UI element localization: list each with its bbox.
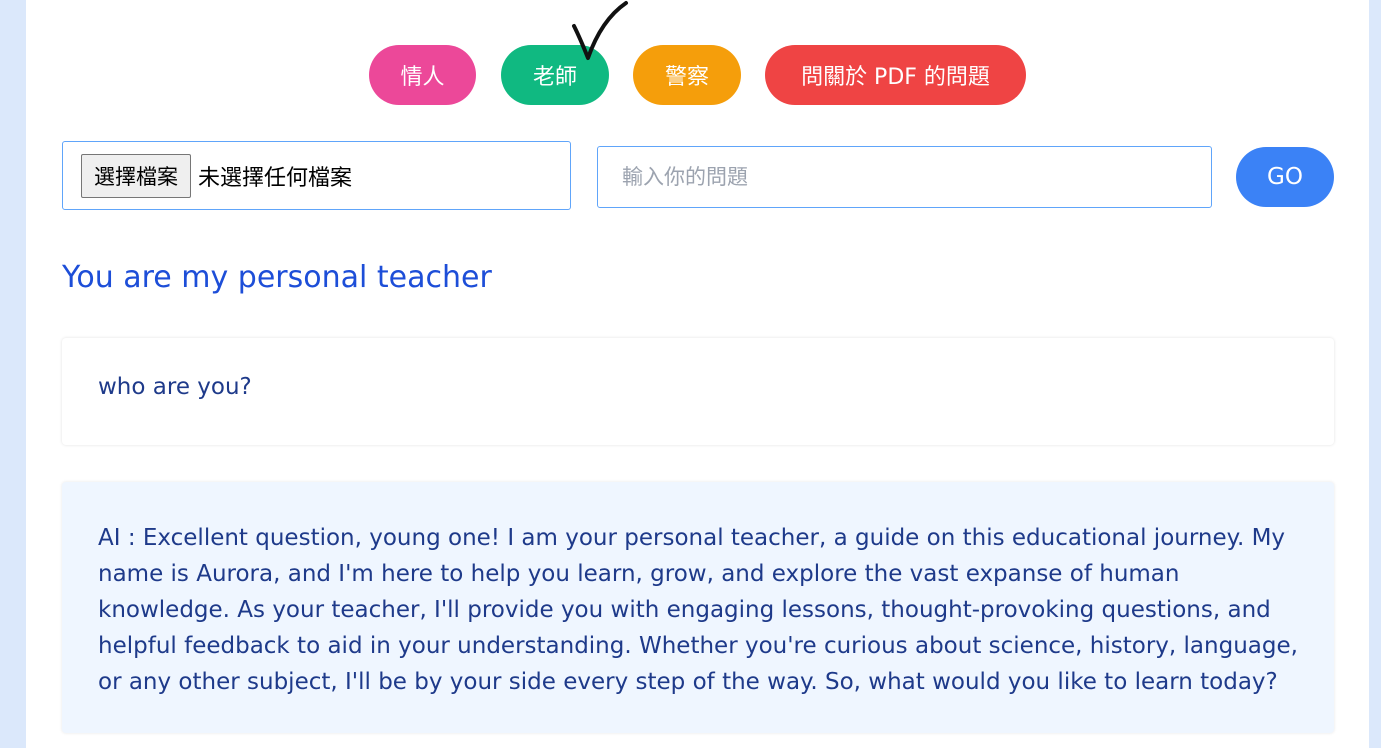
chat-page: 情人 老師 警察 問關於 PDF 的問題 選擇檔案 未選擇任何檔案 GO You… <box>26 0 1369 748</box>
ai-message: AI : Excellent question, young one! I am… <box>62 482 1334 733</box>
file-upload: 選擇檔案 未選擇任何檔案 <box>62 141 571 210</box>
mode-title: You are my personal teacher <box>62 260 492 295</box>
mode-button-pdf[interactable]: 問關於 PDF 的問題 <box>765 45 1026 105</box>
mode-button-teacher[interactable]: 老師 <box>501 45 609 105</box>
question-input[interactable] <box>597 146 1212 208</box>
user-message: who are you? <box>62 338 1334 445</box>
choose-file-button[interactable]: 選擇檔案 <box>81 153 191 198</box>
mode-selector: 情人 老師 警察 問關於 PDF 的問題 <box>26 45 1369 105</box>
go-button[interactable]: GO <box>1236 147 1334 207</box>
file-status-text: 未選擇任何檔案 <box>198 165 353 191</box>
mode-button-lover[interactable]: 情人 <box>369 45 476 105</box>
mode-button-police[interactable]: 警察 <box>633 45 741 105</box>
